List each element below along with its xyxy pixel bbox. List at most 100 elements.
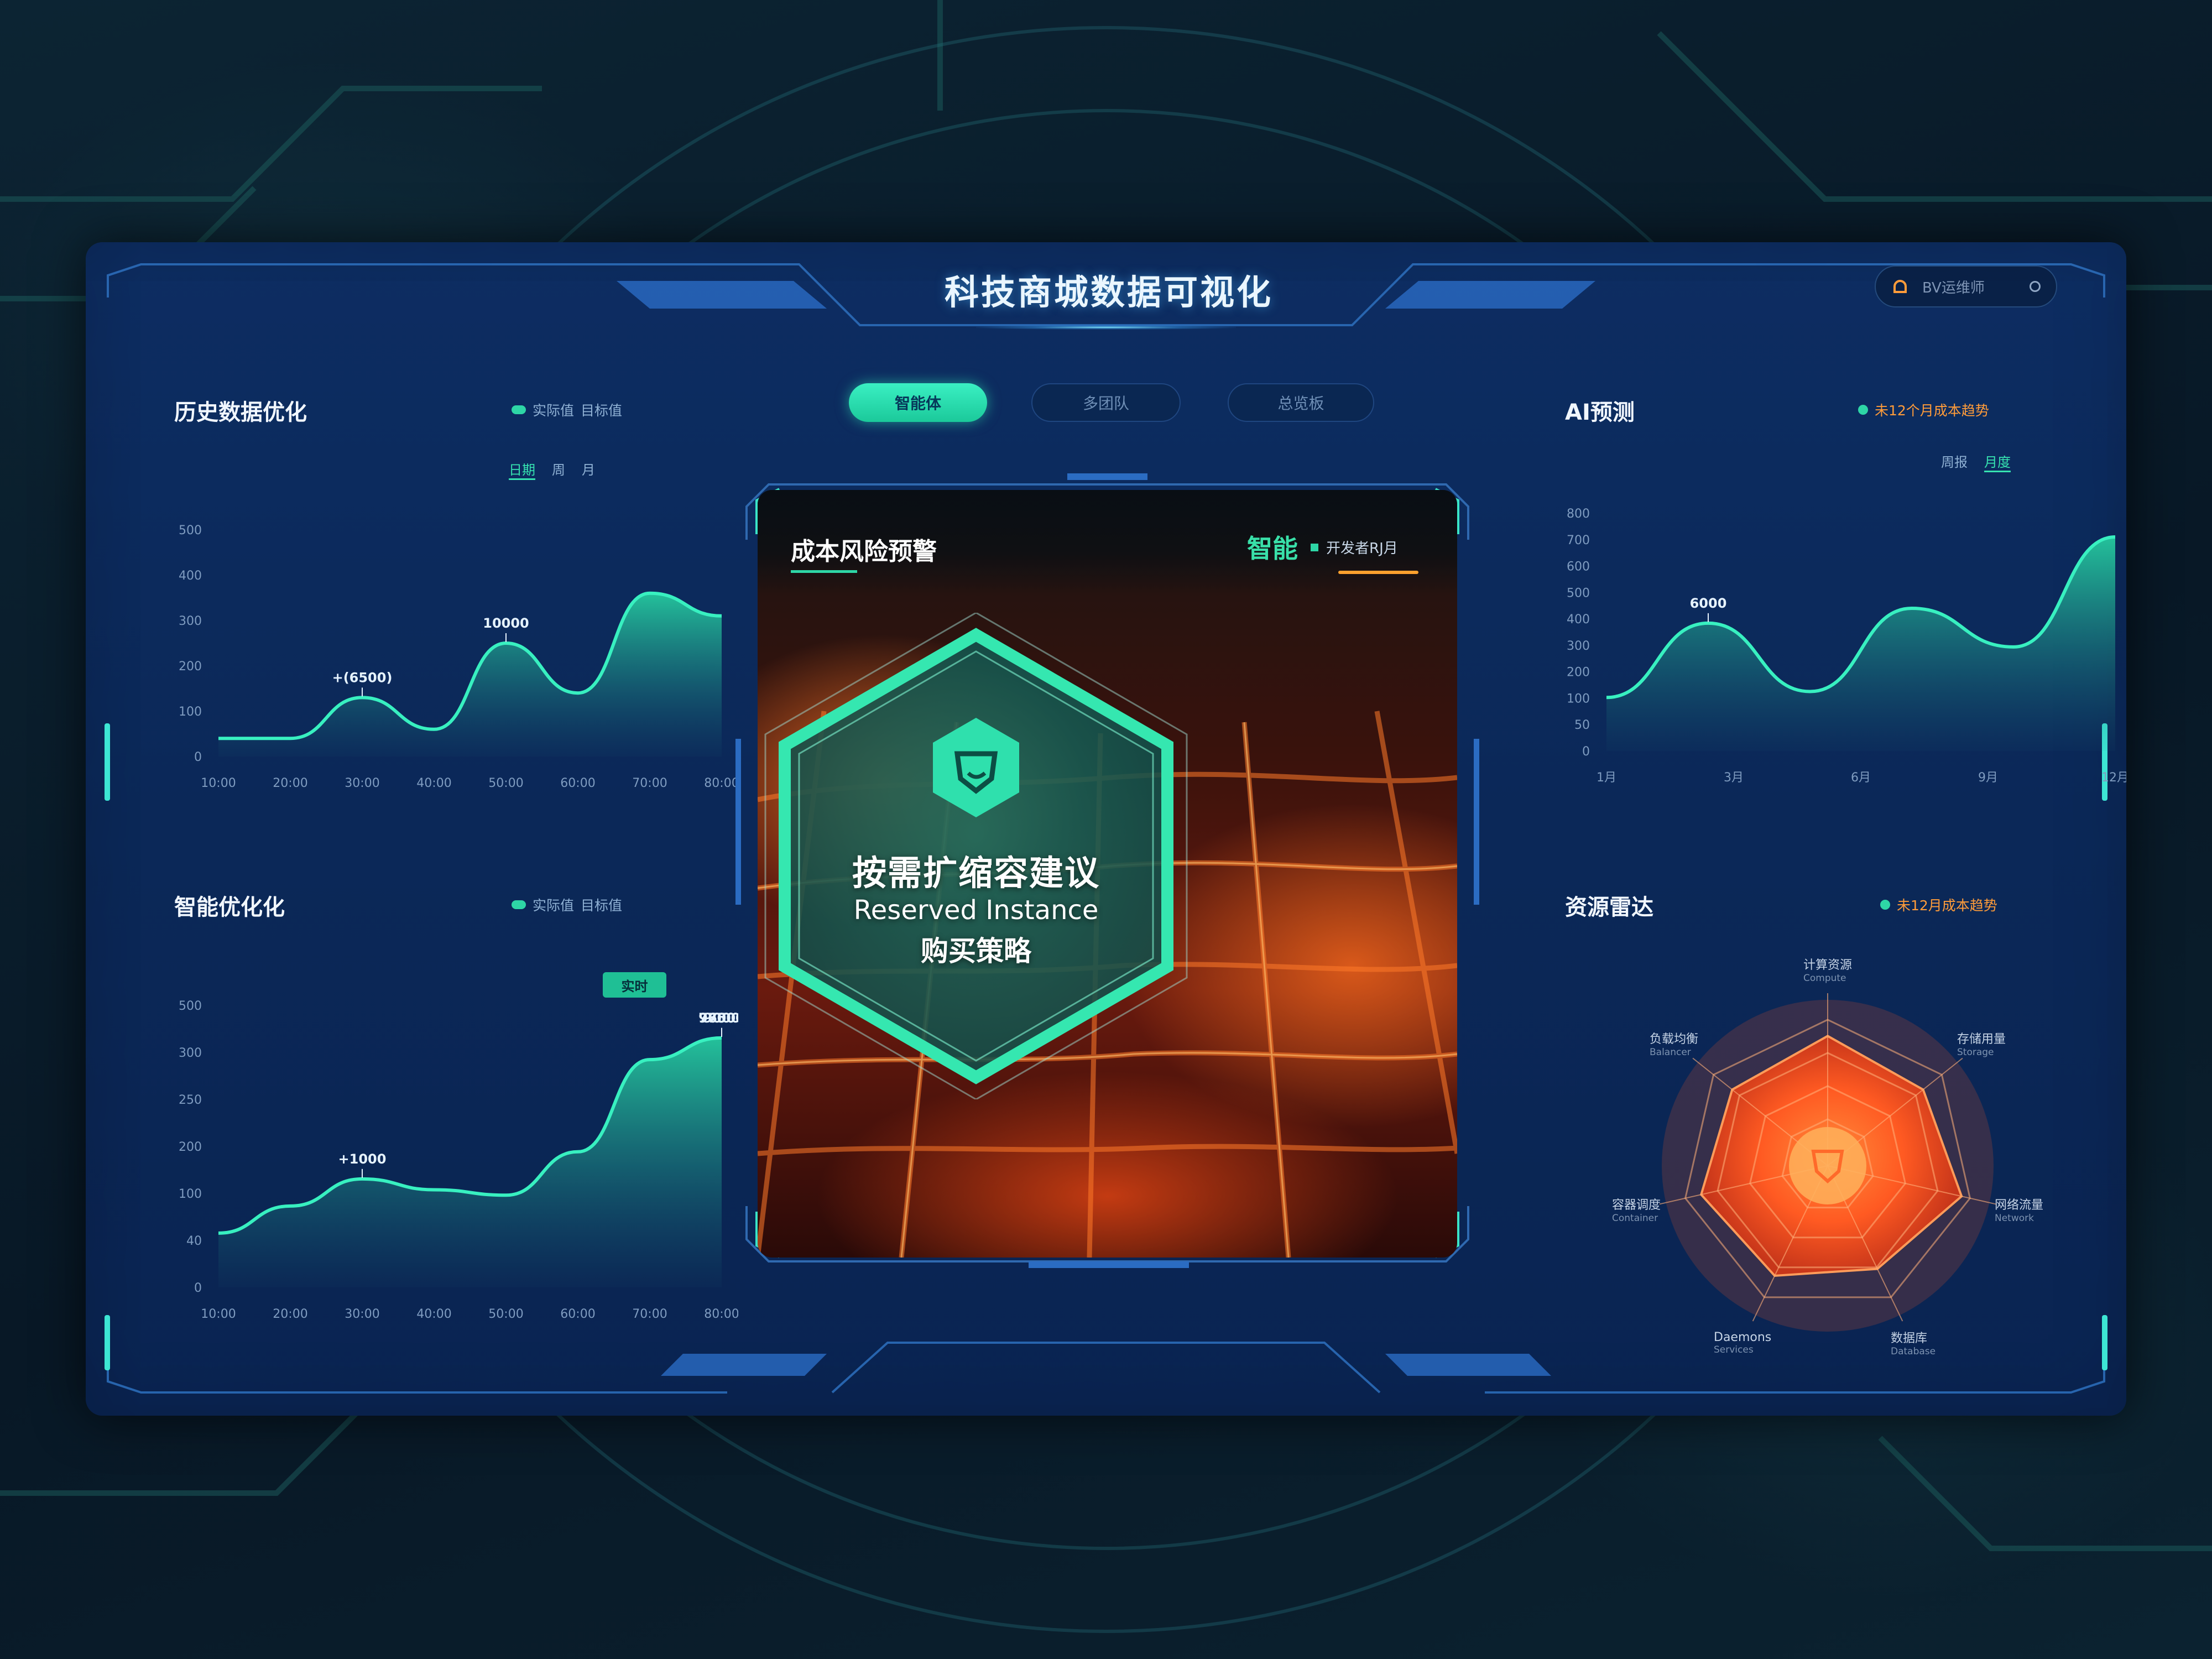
hex-subtitle-2: 购买策略 xyxy=(921,935,1031,967)
radar-axis-label: Daemons Services xyxy=(1714,1331,1771,1355)
y-tick-label: 0 xyxy=(194,1281,202,1295)
x-tick-label: 30:00 xyxy=(345,1307,379,1321)
radar-chart: 计算资源 Compute 存储用量 Storage 网络流量 Network 数据库 Data… xyxy=(1579,945,2077,1387)
y-tick-label: 400 xyxy=(1567,613,1590,627)
x-tick-label: 12月 xyxy=(2101,771,2126,785)
section-title-radar: 资源雷达 xyxy=(1565,895,1653,920)
legend-swatch xyxy=(512,405,526,414)
radar-axis-label: 网络流量 Network xyxy=(1995,1195,2043,1224)
x-tick-label: 10:00 xyxy=(201,776,236,790)
y-tick-label: 200 xyxy=(1567,666,1590,680)
x-tick-label: 50:00 xyxy=(488,776,523,790)
y-tick-label: 300 xyxy=(179,1046,202,1060)
x-tick-label: 9月 xyxy=(1978,771,1998,785)
chart-history: 0 100 200 300 400 500 10:00 20:00 30:00 40:00 50:0… xyxy=(158,486,739,806)
card-title-underline xyxy=(791,570,857,573)
x-tick-label: 40:00 xyxy=(416,776,451,790)
y-tick-label: 0 xyxy=(194,750,202,764)
radar-label-sub: Storage xyxy=(1957,1047,1994,1058)
user-icon xyxy=(1893,280,1907,293)
section-title-history: 历史数据优化 xyxy=(174,400,307,425)
y-tick-label: 40 xyxy=(186,1234,202,1248)
meta-swatch xyxy=(1311,543,1318,551)
legend-radar: 未12月成本趋势 xyxy=(1880,895,1997,915)
y-tick-label: 500 xyxy=(179,524,202,538)
y-tick-label: 700 xyxy=(1567,534,1590,547)
legend-label: 未12月成本趋势 xyxy=(1897,898,1997,914)
y-tick-label: 250 xyxy=(179,1093,202,1107)
chart-optimize: 0 40 100 200 250 300 500 10:00 20:00 30:00 40:00 50… xyxy=(158,961,745,1337)
tab-overview[interactable]: 总览板 xyxy=(1228,383,1374,422)
y-tick-label: 500 xyxy=(179,999,202,1013)
filter-week[interactable]: 周 xyxy=(552,459,565,480)
radar-label-main: 数据库 xyxy=(1891,1332,1928,1345)
x-tick-label: 80:00 xyxy=(704,1307,738,1321)
radar-axis-label: 计算资源 Compute xyxy=(1803,955,1852,984)
y-tick-label: 100 xyxy=(179,705,202,719)
data-annotation: 6000 xyxy=(1690,596,1727,611)
x-tick-label: 70:00 xyxy=(632,776,667,790)
legend-swatch xyxy=(512,900,526,909)
radar-label-sub: Container xyxy=(1612,1213,1658,1224)
y-tick-label: 100 xyxy=(1567,692,1590,706)
area-fill xyxy=(218,1037,722,1287)
page-title: 科技商城数据可视化 xyxy=(944,272,1273,312)
radar-label-main: 网络流量 xyxy=(1995,1198,2044,1212)
radar-label-sub: Compute xyxy=(1803,973,1846,984)
card-title: 成本风险预警 xyxy=(791,538,937,566)
radar-label-main: 负载均衡 xyxy=(1650,1032,1699,1046)
radar-axis-label: 负载均衡 Balancer xyxy=(1650,1029,1698,1058)
legend-optimize: 实际值 目标值 xyxy=(512,895,622,915)
filter-day[interactable]: 日期 xyxy=(509,459,535,480)
legend-extra: 目标值 xyxy=(581,898,623,914)
radar-label-main: 存储用量 xyxy=(1957,1032,2006,1046)
radar-axis-label: 容器调度 Container xyxy=(1612,1195,1661,1224)
dashboard-panel: 科技商城数据可视化 BV运维师 智能体 多团队 总览板 历史数据优化 实际值 目… xyxy=(86,242,2126,1416)
y-tick-label: 600 xyxy=(1567,560,1590,574)
radar-svg xyxy=(1659,993,1996,1332)
settings-icon[interactable] xyxy=(2030,281,2041,292)
radar-label-sub: Services xyxy=(1714,1344,1754,1355)
user-menu[interactable]: BV运维师 xyxy=(1875,265,2057,307)
card-meta: 开发者RJ月 xyxy=(1311,537,1398,557)
radar-label-sub: Database xyxy=(1891,1346,1936,1357)
y-tick-label: 200 xyxy=(179,1140,202,1154)
y-tick-label: 300 xyxy=(1567,639,1590,653)
data-annotation: 10000 xyxy=(483,615,529,631)
hex-title: 按需扩缩容建议 xyxy=(852,853,1100,893)
x-tick-label: 30:00 xyxy=(345,776,379,790)
y-tick-label: 300 xyxy=(179,614,202,628)
radar-center-icon xyxy=(1789,1127,1866,1204)
x-tick-label: 3月 xyxy=(1724,771,1744,785)
hex-subtitle: Reserved Instance xyxy=(853,895,1099,926)
legend-swatch xyxy=(1880,900,1890,910)
title-glow xyxy=(976,325,1236,330)
area-chart-svg: 0 100 200 300 400 500 10:00 20:00 30:00 40:00 50:0… xyxy=(179,524,739,790)
legend-label: 未12个月成本趋势 xyxy=(1875,403,1989,419)
x-tick-label: 70:00 xyxy=(632,1307,667,1321)
y-tick-label: 800 xyxy=(1567,507,1590,521)
section-title-optimize: 智能优化化 xyxy=(174,895,285,920)
radar-label-main: 容器调度 xyxy=(1612,1198,1661,1212)
x-tick-label: 6月 xyxy=(1851,771,1871,785)
legend-history: 实际值 目标值 xyxy=(512,400,622,420)
radar-label-sub: Network xyxy=(1995,1213,2034,1224)
tab-agent[interactable]: 智能体 xyxy=(849,383,987,422)
filter-month[interactable]: 月 xyxy=(582,459,595,480)
radar-axis-label: 数据库 Database xyxy=(1891,1328,1936,1357)
data-annotation: +1000 xyxy=(338,1151,387,1167)
meta-label: 开发者RJ月 xyxy=(1326,540,1398,557)
chart-ai: 0 50 100 200 300 400 500 600 700 800 1月 3月 6月 9月 12月 60… xyxy=(1546,469,2126,801)
x-tick-label: 60:00 xyxy=(560,1307,595,1321)
filter-tags-history: 日期 周 月 xyxy=(509,459,595,480)
radar-label-main: Daemons xyxy=(1714,1331,1772,1344)
section-title-ai: AI预测 xyxy=(1565,400,1635,425)
x-tick-label: 20:00 xyxy=(273,776,307,790)
tab-teams[interactable]: 多团队 xyxy=(1031,383,1181,422)
x-tick-label: 20:00 xyxy=(273,1307,307,1321)
x-tick-label: 1月 xyxy=(1597,771,1616,785)
user-name: BV运维师 xyxy=(1922,279,1985,296)
y-tick-label: 50 xyxy=(1574,718,1590,732)
legend-extra: 目标值 xyxy=(581,403,623,419)
x-tick-label: 60:00 xyxy=(560,776,595,790)
